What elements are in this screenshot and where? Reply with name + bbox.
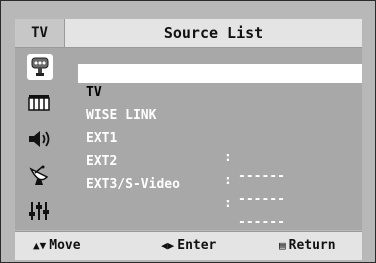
source-label: EXT3/S-Video [86,177,180,192]
source-list-osd: TV Source List TV WISE LINK EXT1: -----… [0,0,376,263]
left-right-arrows-icon: ◀▶ [161,239,175,252]
input-icon[interactable] [27,54,53,80]
return-label: Return [288,238,336,253]
source-item-tv[interactable]: TV [78,64,362,100]
source-separator: : [224,196,232,211]
enter-hint: ◀▶ Enter [161,232,216,260]
source-value: ------ [238,192,285,207]
menu-header: TV Source List [15,19,362,48]
up-down-arrows-icon: ▲▼ [33,239,47,252]
source-list-panel: TV WISE LINK EXT1 : ------ EXT2 : ------… [64,48,362,230]
menu-title: Source List [163,24,264,42]
setup-icon[interactable] [23,196,55,226]
return-hint: ▤ Return [279,232,336,260]
source-item-wise-link[interactable]: WISE LINK [78,87,363,123]
menu-icon: ▤ [279,239,286,252]
move-hint: ▲▼ Move [33,232,81,260]
move-label: Move [49,238,81,253]
picture-icon[interactable] [23,88,55,118]
tv-tag: TV [15,19,65,47]
button-guide: ▲▼ Move ◀▶ Enter ▤ Return [15,231,362,260]
source-value: ------ [238,215,285,230]
source-item-ext2[interactable]: EXT2 : ------ [78,133,363,207]
sound-icon[interactable] [23,124,55,154]
channel-icon[interactable] [23,160,55,190]
source-item-ext3-svideo[interactable]: EXT3/S-Video : ------ [78,156,363,230]
enter-label: Enter [177,238,217,253]
menu-icon-bar [15,48,64,230]
source-item-ext1[interactable]: EXT1 : ------ [78,110,363,184]
